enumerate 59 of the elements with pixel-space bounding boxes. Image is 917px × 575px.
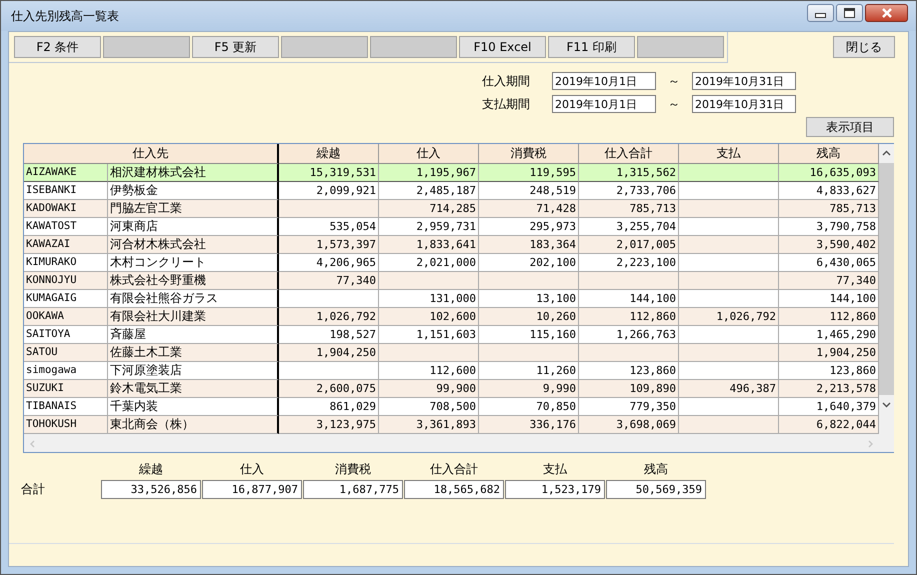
table-row[interactable]: KAWATOST 河東商店 535,054 2,959,731 295,973 3,255,704 3,790,758 <box>24 218 879 236</box>
vertical-scrollbar[interactable] <box>879 144 894 452</box>
scroll-right-icon <box>866 440 874 448</box>
table-row[interactable]: KIMURAKO 木村コンクリート 4,206,965 2,021,000 202,100 2,223,100 6,430,065 <box>24 254 879 272</box>
function-key-button[interactable]: F10 Excel <box>459 36 546 58</box>
table-row[interactable]: AIZAWAKE 相沢建材株式会社 15,319,531 1,195,967 119,595 1,315,562 16,635,093 <box>24 164 879 182</box>
close-icon <box>880 8 892 18</box>
total-column-label: 仕入 <box>239 461 265 478</box>
window-title: 仕入先別残高一覧表 <box>11 8 119 24</box>
table-row[interactable]: ISEBANKI 伊勢板金 2,099,921 2,485,187 248,519 2,733,706 4,833,627 <box>24 182 879 200</box>
total-column-label: 支払 <box>542 461 568 478</box>
total-column-label: 消費税 <box>334 461 372 478</box>
total-field[interactable]: 18,565,682 <box>404 480 504 499</box>
close-window-button[interactable]: 閉じる <box>833 36 895 58</box>
scrollbar-thumb[interactable] <box>879 163 894 395</box>
display-items-button[interactable]: 表示項目 <box>806 117 894 137</box>
scroll-up-icon <box>882 150 891 157</box>
close-button[interactable] <box>865 4 908 22</box>
period-label: 支払期間 <box>482 96 531 112</box>
table-cell: 3,361,893 <box>379 416 479 434</box>
total-field[interactable]: 1,687,775 <box>303 480 403 499</box>
total-field[interactable]: 16,877,907 <box>202 480 302 499</box>
minimize-button[interactable] <box>807 4 834 22</box>
total-field[interactable]: 50,569,359 <box>606 480 706 499</box>
table-row[interactable]: simogawa 下河原塗装店 112,600 11,260 123,860 123,860 <box>24 362 879 380</box>
table-row[interactable]: TOHOKUSH 東北商会（株） 3,123,975 3,361,893 336,176 3,698,069 6,822,044 <box>24 416 879 434</box>
end-date-field[interactable]: 2019年10月31日 <box>692 72 796 90</box>
total-field[interactable]: 1,523,179 <box>505 480 605 499</box>
total-column-label: 仕入合計 <box>429 461 479 478</box>
scroll-left-icon <box>29 440 37 448</box>
start-date-field[interactable]: 2019年10月1日 <box>552 72 656 90</box>
end-date-field[interactable]: 2019年10月31日 <box>692 95 796 113</box>
table-cell: 3,698,069 <box>579 416 679 434</box>
scroll-down-icon <box>882 401 891 408</box>
range-separator: ～ <box>667 72 681 90</box>
table-cell: TOHOKUSH <box>24 416 108 434</box>
table-row[interactable]: SAITOYA 斉藤屋 198,527 1,151,603 115,160 1,266,763 1,465,290 <box>24 326 879 344</box>
total-column-label: 繰越 <box>138 461 164 478</box>
table-cell: 東北商会（株） <box>108 416 279 434</box>
table-cell: 3,123,975 <box>279 416 379 434</box>
table-row[interactable]: SATOU 佐藤土木工業 1,904,250 1,904,250 <box>24 344 879 362</box>
start-date-field[interactable]: 2019年10月1日 <box>552 95 656 113</box>
table-row[interactable]: KAWAZAI 河合材木株式会社 1,573,397 1,833,641 183,364 2,017,005 3,590,402 <box>24 236 879 254</box>
period-label: 仕入期間 <box>482 72 531 90</box>
function-key-button[interactable]: F2 条件 <box>14 36 101 58</box>
range-separator: ～ <box>667 96 681 112</box>
table-row[interactable]: KONNOJYU 株式会社今野重機 77,340 77,340 <box>24 272 879 290</box>
maximize-button[interactable] <box>836 4 863 22</box>
table-row[interactable]: OOKAWA 有限会社大川建業 1,026,792 102,600 10,260 112,860 1,026,792 112,860 <box>24 308 879 326</box>
total-label: 合計 <box>21 481 46 498</box>
table-row[interactable]: SUZUKI 鈴木電気工業 2,600,075 99,900 9,990 109,890 496,387 2,213,578 <box>24 380 879 398</box>
total-column-label: 残高 <box>643 461 669 478</box>
function-key-button[interactable]: F5 更新 <box>192 36 279 58</box>
table-row[interactable]: TIBANAIS 千葉内装 861,029 708,500 70,850 779,350 1,640,379 <box>24 398 879 416</box>
table-row[interactable]: KUMAGAIG 有限会社熊谷ガラス 131,000 13,100 144,100 144,100 <box>24 290 879 308</box>
table-cell: 336,176 <box>479 416 579 434</box>
table-row[interactable]: KADOWAKI 門脇左官工業 714,285 71,428 785,713 785,713 <box>24 200 879 218</box>
total-field[interactable]: 33,526,856 <box>101 480 201 499</box>
function-key-button[interactable]: F11 印刷 <box>548 36 635 58</box>
